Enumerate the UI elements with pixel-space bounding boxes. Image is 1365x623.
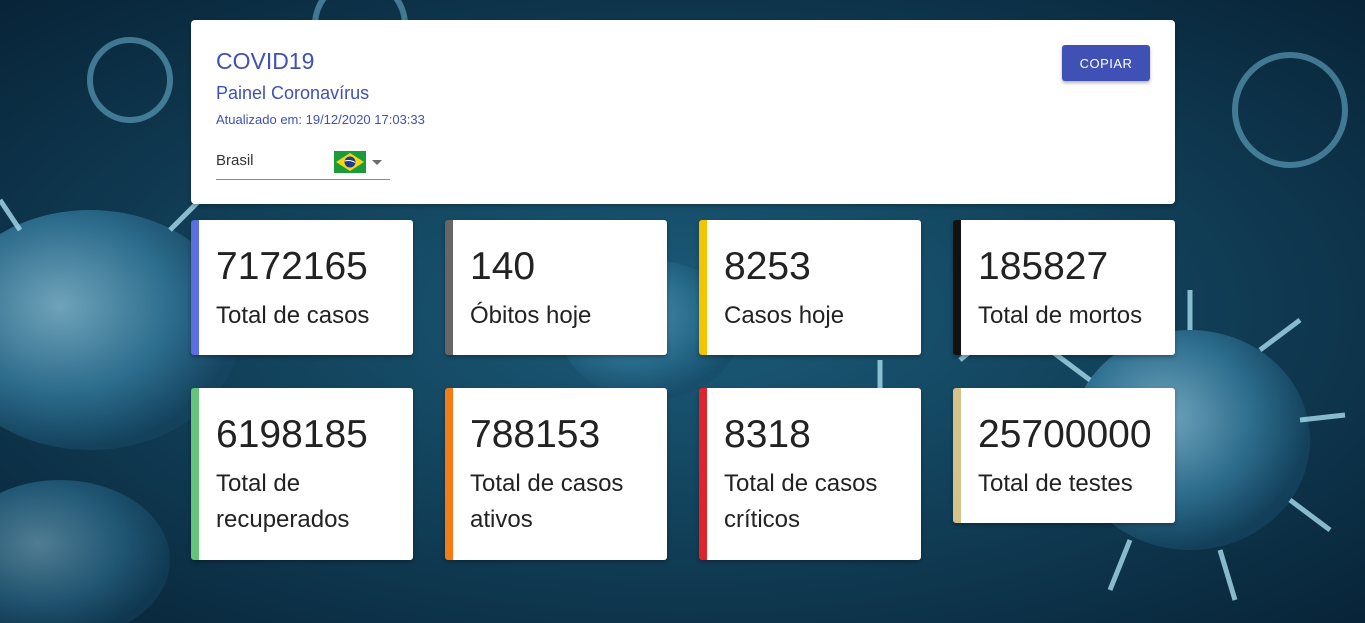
brazil-flag-icon	[334, 151, 366, 173]
stat-value: 185827	[978, 245, 1109, 288]
stat-label: Óbitos hoje	[470, 302, 592, 329]
stat-label: Total de casos	[216, 302, 370, 329]
stat-label: Total de recuperados	[216, 470, 350, 533]
copy-button[interactable]: COPIAR	[1062, 45, 1150, 81]
stat-label: Total de casos ativos	[470, 470, 624, 533]
last-updated-text: Atualizado em: 19/12/2020 17:03:33	[216, 112, 425, 127]
stat-label: Total de testes	[978, 470, 1133, 497]
stat-value: 788153	[470, 413, 601, 456]
app-title: COVID19	[216, 48, 315, 74]
stat-card-total-tests: 25700000 Total de testes	[953, 388, 1175, 523]
app-subtitle: Painel Coronavírus	[216, 83, 370, 103]
stat-value: 25700000	[978, 413, 1152, 456]
stat-card-active-cases: 788153 Total de casos ativos	[445, 388, 667, 560]
stat-card-cases-today: 8253 Casos hoje	[699, 220, 921, 355]
country-select-value: Brasil	[216, 152, 254, 169]
stat-value: 6198185	[216, 413, 368, 456]
stat-value: 7172165	[216, 245, 368, 288]
stat-value: 8318	[724, 413, 811, 456]
stat-card-total-cases: 7172165 Total de casos	[191, 220, 413, 355]
stat-card-deaths-today: 140 Óbitos hoje	[445, 220, 667, 355]
stat-card-critical-cases: 8318 Total de casos críticos	[699, 388, 921, 560]
stat-value: 140	[470, 245, 536, 288]
stat-value: 8253	[724, 245, 811, 288]
stat-card-total-deaths: 185827 Total de mortos	[953, 220, 1175, 355]
chevron-down-icon	[372, 160, 382, 165]
stat-label: Total de casos críticos	[724, 470, 878, 533]
country-select[interactable]: Brasil	[216, 146, 390, 180]
stat-label: Casos hoje	[724, 302, 845, 329]
stat-card-total-recovered: 6198185 Total de recuperados	[191, 388, 413, 560]
stat-label: Total de mortos	[978, 302, 1143, 329]
header-card: COVID19 Painel Coronavírus Atualizado em…	[191, 20, 1175, 204]
